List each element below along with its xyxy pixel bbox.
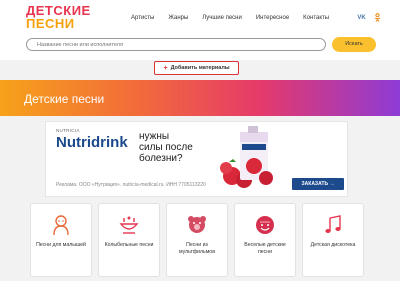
odnoklassniki-icon[interactable] (373, 13, 382, 22)
ad-slogan-line: силы после (139, 142, 193, 153)
page-title: Детские песни (24, 92, 105, 106)
site-logo[interactable]: ДЕТСКИЕ ПЕСНИ (26, 4, 91, 30)
search-button[interactable]: Искать (332, 37, 376, 52)
category-grid: Песни для малышей Колыбельные песни Песн… (30, 203, 364, 277)
ad-legal-text: Реклама. ООО «Нутриция». nutricia-medica… (56, 182, 206, 188)
nav-genres[interactable]: Жанры (168, 15, 188, 21)
nav-best-songs[interactable]: Лучшие песни (202, 15, 242, 21)
teddy-bear-icon (188, 216, 206, 233)
vk-icon[interactable]: VK (357, 13, 366, 22)
search-input[interactable] (26, 38, 326, 51)
advertisement[interactable]: NUTRICIA Nutridrink нужны силы после бол… (45, 121, 348, 197)
nav-interesting[interactable]: Интересное (256, 15, 289, 21)
add-material-button[interactable]: + Добавить материалы (154, 61, 239, 75)
category-label: Веселые детские песни (244, 242, 286, 255)
ad-brand-small: NUTRICIA (56, 128, 80, 133)
product-image (220, 126, 273, 188)
ad-brand: Nutridrink (56, 134, 128, 151)
category-card-fun[interactable]: Веселые детские песни (234, 203, 296, 277)
ad-order-button[interactable]: ЗАКАЗАТЬ → (292, 178, 344, 190)
category-card-disco[interactable]: Детская дискотека (302, 203, 364, 277)
baby-icon (53, 215, 69, 236)
nav-contacts[interactable]: Контакты (303, 15, 329, 21)
category-label: Колыбельные песни (104, 242, 154, 248)
category-label: Песни для малышей (36, 242, 86, 248)
smiley-ball-icon (256, 216, 274, 234)
ad-slogan: нужны силы после болезни? (139, 131, 193, 164)
ad-slogan-line: нужны (139, 131, 170, 142)
section-banner: Детские песни (0, 80, 400, 116)
add-material-label: Добавить материалы (170, 65, 230, 71)
category-card-baby[interactable]: Песни для малышей (30, 203, 92, 277)
social-links: VK (357, 13, 382, 22)
plus-icon: + (163, 64, 168, 72)
ad-slogan-line: болезни? (139, 153, 183, 164)
category-label: Песни из мультфильмов (179, 242, 215, 255)
category-label: Детская дискотека (310, 242, 356, 248)
logo-line-2: ПЕСНИ (26, 16, 75, 31)
music-notes-icon (325, 215, 341, 233)
main-nav: Артисты Жанры Лучшие песни Интересное Ко… (131, 15, 329, 21)
category-card-lullaby[interactable]: Колыбельные песни (98, 203, 160, 277)
nav-artists[interactable]: Артисты (131, 15, 154, 21)
header: ДЕТСКИЕ ПЕСНИ Артисты Жанры Лучшие песни… (0, 0, 400, 60)
category-card-cartoons[interactable]: Песни из мультфильмов (166, 203, 228, 277)
cradle-icon (119, 216, 139, 234)
